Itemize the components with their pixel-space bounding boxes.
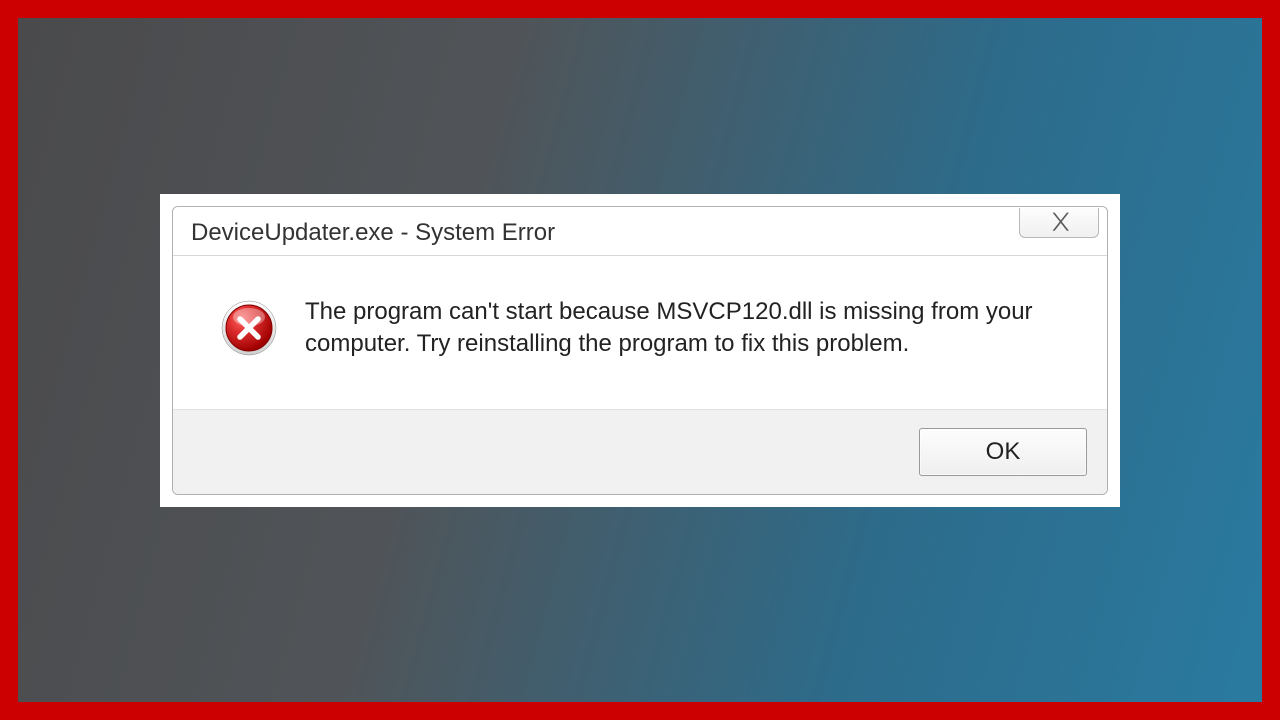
dialog-footer: OK [173,409,1107,494]
dialog-outer: DeviceUpdater.exe - System Error ╳ [160,194,1120,507]
ok-button[interactable]: OK [919,428,1087,476]
error-icon [221,296,277,361]
error-message: The program can't start because MSVCP120… [305,296,1071,361]
dialog-body: The program can't start because MSVCP120… [173,255,1107,409]
error-dialog: DeviceUpdater.exe - System Error ╳ [172,206,1108,495]
page-frame: DeviceUpdater.exe - System Error ╳ [0,0,1280,720]
background: DeviceUpdater.exe - System Error ╳ [18,18,1262,702]
close-icon: ╳ [1053,213,1064,231]
dialog-titlebar[interactable]: DeviceUpdater.exe - System Error ╳ [173,207,1107,255]
dialog-title: DeviceUpdater.exe - System Error [191,207,555,247]
close-button[interactable]: ╳ [1019,208,1099,238]
